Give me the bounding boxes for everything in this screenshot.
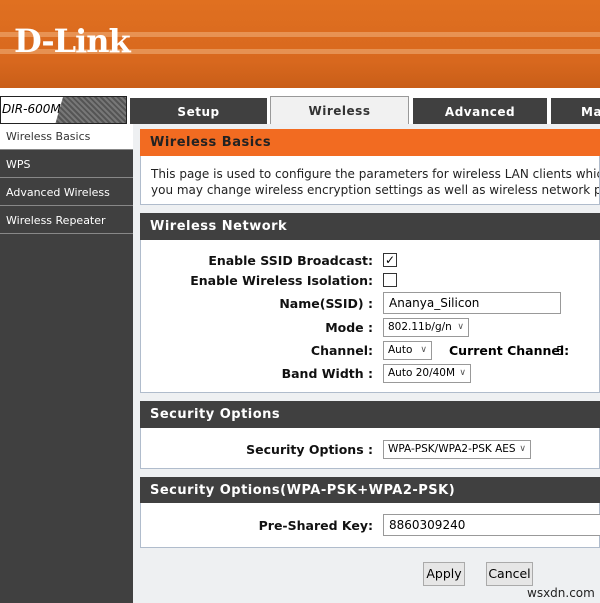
security-options-label: Security Options : xyxy=(246,442,373,457)
ssid-input[interactable]: Ananya_Silicon xyxy=(383,292,561,314)
current-channel-label: Current Channel: xyxy=(449,343,570,358)
chevron-down-icon: ∨ xyxy=(420,345,427,355)
chevron-down-icon: ∨ xyxy=(457,322,464,332)
bandwidth-label: Band Width : xyxy=(281,366,373,381)
ssid-broadcast-label: Enable SSID Broadcast: xyxy=(208,253,373,268)
bandwidth-select[interactable]: Auto 20/40M ∨ xyxy=(383,364,471,383)
ssid-broadcast-checkbox[interactable]: ✓ xyxy=(383,253,397,267)
security-options-header: Security Options xyxy=(140,401,600,428)
sidebar-item-advanced-wireless[interactable]: Advanced Wireless xyxy=(0,180,133,206)
sidebar-item-wireless-repeater[interactable]: Wireless Repeater xyxy=(0,208,133,234)
tab-wireless[interactable]: Wireless xyxy=(270,96,409,125)
ssid-label: Name(SSID) : xyxy=(279,296,373,311)
wireless-network-header: Wireless Network xyxy=(140,213,600,240)
wireless-basics-header: Wireless Basics xyxy=(140,129,600,156)
chevron-down-icon: ∨ xyxy=(459,368,466,378)
sidebar: Wireless Basics WPS Advanced Wireless Wi… xyxy=(0,124,133,603)
chevron-down-icon: ∨ xyxy=(519,444,526,454)
security-options-select[interactable]: WPA-PSK/WPA2-PSK AES ∨ xyxy=(383,440,531,459)
mode-label: Mode : xyxy=(325,320,373,335)
sidebar-item-wireless-basics[interactable]: Wireless Basics xyxy=(0,124,133,150)
description: This page is used to configure the param… xyxy=(151,167,599,197)
wpa-header: Security Options(WPA-PSK+WPA2-PSK) xyxy=(140,477,600,504)
isolation-label: Enable Wireless Isolation: xyxy=(190,273,373,288)
isolation-checkbox[interactable] xyxy=(383,273,397,287)
channel-select[interactable]: Auto ∨ xyxy=(383,341,432,360)
dlink-logo: D-Link xyxy=(14,22,131,60)
sidebar-item-wps[interactable]: WPS xyxy=(0,152,133,178)
watermark: wsxdn.com xyxy=(527,586,595,600)
model-name: DIR-600M xyxy=(1,97,63,123)
tab-setup[interactable]: Setup xyxy=(130,98,267,124)
channel-label: Channel: xyxy=(310,343,373,358)
model-badge: DIR-600M xyxy=(0,96,127,124)
cancel-button[interactable]: Cancel xyxy=(486,562,533,586)
tab-advanced[interactable]: Advanced xyxy=(413,98,547,124)
wireless-basics-body: This page is used to configure the param… xyxy=(140,156,600,205)
psk-input[interactable]: 8860309240 xyxy=(383,514,600,536)
current-channel-value: 5 xyxy=(556,343,564,358)
tab-maintenance[interactable]: Ma xyxy=(551,98,600,124)
psk-label: Pre-Shared Key: xyxy=(258,518,373,533)
mode-select[interactable]: 802.11b/g/n ∨ xyxy=(383,318,469,337)
apply-button[interactable]: Apply xyxy=(423,562,465,586)
